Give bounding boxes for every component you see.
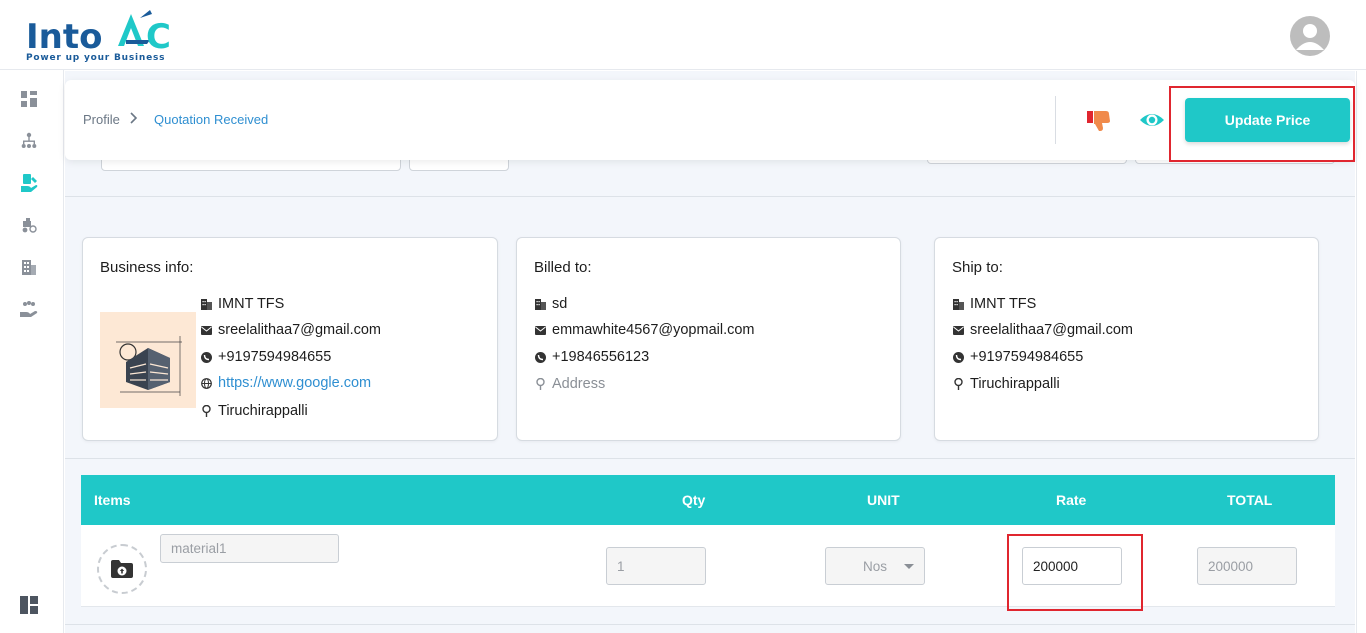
- business-phone-row: +9197594984655: [200, 349, 331, 365]
- building-icon: [534, 298, 546, 310]
- group-hand-icon[interactable]: [18, 298, 40, 320]
- envelope-icon: [952, 324, 964, 336]
- globe-icon: [200, 377, 212, 389]
- phone-icon: [200, 351, 212, 363]
- divider: [65, 624, 1355, 625]
- header-unit: UNIT: [867, 492, 900, 508]
- divider: [65, 458, 1355, 459]
- highlight-box: [1169, 86, 1355, 162]
- scrollbar[interactable]: [1356, 71, 1366, 633]
- ship-to-card: Ship to: IMNT TFS sreelalithaa7@gmail.co…: [934, 237, 1319, 441]
- building-icon[interactable]: [18, 256, 40, 278]
- billed-email: emmawhite4567@yopmail.com: [552, 322, 755, 338]
- business-phone: +9197594984655: [218, 349, 332, 365]
- divider: [1055, 96, 1056, 144]
- ship-name-row: IMNT TFS: [952, 296, 1036, 312]
- business-email-row: sreelalithaa7@gmail.com: [200, 322, 381, 338]
- eye-icon[interactable]: [1138, 108, 1166, 132]
- material-input[interactable]: material1: [160, 534, 339, 563]
- highlight-box: [1007, 534, 1143, 611]
- ship-email: sreelalithaa7@gmail.com: [970, 322, 1134, 338]
- breadcrumb-bar: Profile Quotation Received Update Price: [65, 80, 1355, 160]
- phone-icon: [952, 351, 964, 363]
- billed-phone: +19846556123: [552, 349, 650, 365]
- qty-input[interactable]: 1: [606, 547, 706, 585]
- items-table-header: Items Qty UNIT Rate TOTAL: [81, 475, 1335, 525]
- ship-phone: +9197594984655: [970, 349, 1084, 365]
- chevron-right-icon: [129, 111, 139, 128]
- location-pin-icon: [534, 378, 546, 390]
- billed-to-card: Billed to: sd emmawhite4567@yopmail.com …: [516, 237, 901, 441]
- header-total: TOTAL: [1227, 492, 1273, 508]
- table-row: material1 1 Nos 200000 200000: [81, 525, 1335, 607]
- building-icon: [200, 298, 212, 310]
- items-table: Items Qty UNIT Rate TOTAL material1 1 No…: [81, 475, 1335, 607]
- unit-select[interactable]: Nos: [825, 547, 925, 585]
- header-rate: Rate: [1056, 492, 1087, 508]
- hand-document-icon[interactable]: [18, 172, 40, 194]
- top-header: Into C Power up your Business: [0, 0, 1366, 70]
- business-website-link[interactable]: https://www.google.com: [218, 375, 371, 391]
- intoaec-logo[interactable]: Into C Power up your Business: [26, 8, 186, 64]
- divider: [65, 196, 1355, 197]
- business-location: Tiruchirappalli: [218, 403, 308, 419]
- ship-location: Tiruchirappalli: [970, 376, 1060, 392]
- billed-address-row: Address: [534, 376, 605, 392]
- location-pin-icon: [200, 405, 212, 417]
- billed-name: sd: [552, 296, 568, 312]
- unit-select-value: Nos: [863, 558, 888, 574]
- business-location-row: Tiruchirappalli: [200, 403, 308, 419]
- header-items: Items: [94, 492, 131, 508]
- header-qty: Qty: [682, 492, 706, 508]
- card-title: Billed to:: [534, 259, 592, 276]
- folder-upload-icon: [111, 560, 133, 578]
- svg-text:Power up your Business: Power up your Business: [26, 53, 165, 63]
- billed-email-row: emmawhite4567@yopmail.com: [534, 322, 755, 338]
- card-title: Ship to:: [952, 259, 1003, 276]
- ship-phone-row: +9197594984655: [952, 349, 1083, 365]
- ship-name: IMNT TFS: [970, 296, 1037, 312]
- org-chart-icon[interactable]: [18, 130, 40, 152]
- phone-icon: [534, 351, 546, 363]
- dashboard-grid-icon[interactable]: [18, 88, 40, 110]
- breadcrumb-profile-link[interactable]: Profile: [83, 112, 120, 127]
- ship-location-row: Tiruchirappalli: [952, 376, 1060, 392]
- billed-name-row: sd: [534, 296, 567, 312]
- total-input[interactable]: 200000: [1197, 547, 1297, 585]
- building-icon: [952, 298, 964, 310]
- layout-panel-icon[interactable]: [18, 594, 40, 616]
- svg-text:C: C: [146, 17, 171, 57]
- business-name: IMNT TFS: [218, 296, 285, 312]
- sidebar: [0, 70, 64, 633]
- thumbs-down-icon[interactable]: [1085, 107, 1113, 135]
- envelope-icon: [200, 324, 212, 336]
- envelope-icon: [534, 324, 546, 336]
- business-info-card: Business info: IMNT TFS sreelalithaa7@gm…: [82, 237, 498, 441]
- billed-address: Address: [552, 376, 606, 392]
- business-email: sreelalithaa7@gmail.com: [218, 322, 382, 338]
- business-name-row: IMNT TFS: [200, 296, 284, 312]
- card-title: Business info:: [100, 259, 194, 276]
- breadcrumb-current[interactable]: Quotation Received: [154, 112, 268, 127]
- svg-text:Into: Into: [26, 17, 102, 57]
- business-image: [100, 312, 196, 408]
- location-pin-icon: [952, 378, 964, 390]
- vehicle-icon[interactable]: [18, 214, 40, 236]
- billed-phone-row: +19846556123: [534, 349, 649, 365]
- user-avatar[interactable]: [1290, 16, 1330, 56]
- upload-image-button[interactable]: [97, 544, 147, 594]
- business-website-row: https://www.google.com: [200, 375, 371, 391]
- caret-down-icon: [904, 564, 914, 569]
- ship-email-row: sreelalithaa7@gmail.com: [952, 322, 1133, 338]
